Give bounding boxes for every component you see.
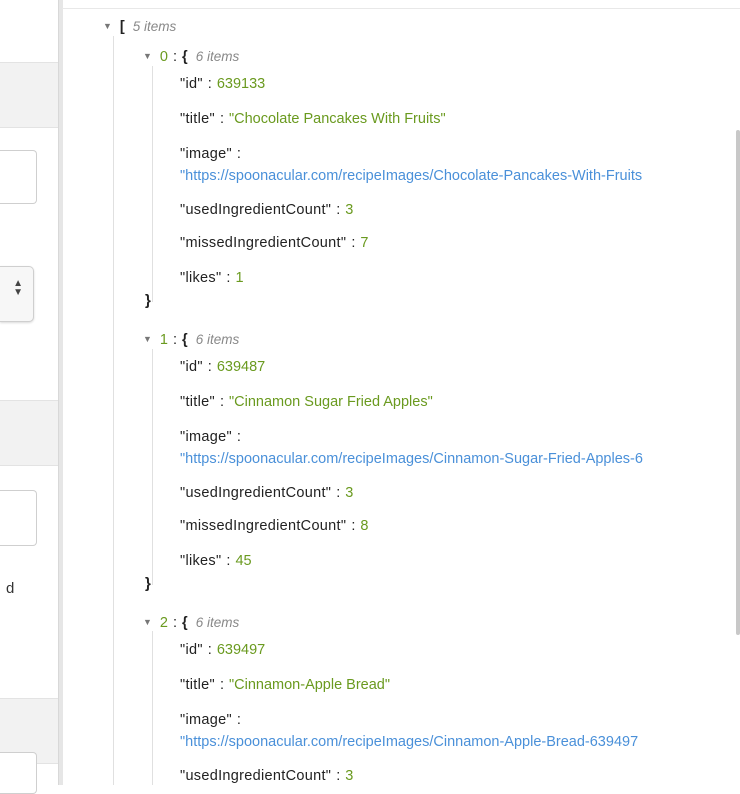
object-open-brace: { <box>182 615 188 631</box>
field-value: 7 <box>360 235 369 251</box>
item-count: 5 items <box>132 19 177 34</box>
field-value: 8 <box>360 518 369 534</box>
field-row-likes: "likes":45 <box>180 553 252 569</box>
field-row-image: "image": <box>180 146 241 162</box>
field-key: "likes" <box>180 270 222 286</box>
field-value: 639497 <box>216 642 266 658</box>
field-key: "title" <box>180 394 215 410</box>
field-key: "image" <box>180 712 232 728</box>
array-index: 2 <box>159 615 168 631</box>
caret-down-icon[interactable]: ▼ <box>143 612 152 632</box>
caret-down-icon[interactable]: ▼ <box>143 329 152 349</box>
object-header-row[interactable]: ▼ 0:{6 items <box>143 46 239 67</box>
object-open-brace: { <box>182 49 188 65</box>
array-index: 0 <box>159 49 168 65</box>
field-row-used: "usedIngredientCount":3 <box>180 768 354 784</box>
field-value: "https://spoonacular.com/recipeImages/Ch… <box>180 168 643 184</box>
item-count: 6 items <box>195 49 240 64</box>
field-key: "usedIngredientCount" <box>180 485 332 501</box>
field-row-used: "usedIngredientCount":3 <box>180 202 354 218</box>
vertical-scrollbar[interactable] <box>736 130 740 635</box>
image-url-link[interactable]: "https://spoonacular.com/recipeImages/Ci… <box>180 732 708 752</box>
field-key: "usedIngredientCount" <box>180 768 332 784</box>
field-value: 3 <box>345 768 354 784</box>
field-value: 3 <box>345 485 354 501</box>
object-header-row[interactable]: ▼ 1:{6 items <box>143 329 239 350</box>
object-close-brace: } <box>145 575 151 592</box>
field-key: "title" <box>180 677 215 693</box>
field-row-image: "image": <box>180 429 241 445</box>
field-key: "usedIngredientCount" <box>180 202 332 218</box>
json-tree: ▼[5 items ▼ 0:{6 items "id":639133 "title… <box>0 0 740 785</box>
field-row-title: "title": "Cinnamon Sugar Fried Apples" <box>180 394 433 410</box>
field-value: 639133 <box>216 76 266 92</box>
field-row-missed: "missedIngredientCount":7 <box>180 235 369 251</box>
caret-down-icon[interactable]: ▼ <box>103 16 112 36</box>
field-row-id: "id":639133 <box>180 76 266 92</box>
field-row-likes: "likes":1 <box>180 270 244 286</box>
field-key: "id" <box>180 76 203 92</box>
field-row-used: "usedIngredientCount":3 <box>180 485 354 501</box>
field-value: "Chocolate Pancakes With Fruits" <box>229 111 446 127</box>
field-key: "missedIngredientCount" <box>180 518 347 534</box>
field-row-title: "title": "Cinnamon-Apple Bread" <box>180 677 391 693</box>
field-value: 3 <box>345 202 354 218</box>
field-value: 45 <box>235 553 252 569</box>
object-open-brace: { <box>182 332 188 348</box>
field-key: "image" <box>180 429 232 445</box>
field-value: "https://spoonacular.com/recipeImages/Ci… <box>180 451 643 467</box>
field-key: "title" <box>180 111 215 127</box>
field-value: 1 <box>235 270 244 286</box>
field-key: "missedIngredientCount" <box>180 235 347 251</box>
object-header-row[interactable]: ▼ 2:{6 items <box>143 612 239 633</box>
field-value: "Cinnamon Sugar Fried Apples" <box>229 394 433 410</box>
image-url-link[interactable]: "https://spoonacular.com/recipeImages/Ci… <box>180 449 708 469</box>
caret-down-icon[interactable]: ▼ <box>143 46 152 66</box>
image-url-link[interactable]: "https://spoonacular.com/recipeImages/Ch… <box>180 166 708 186</box>
field-row-missed: "missedIngredientCount":8 <box>180 518 369 534</box>
field-row-id: "id":639487 <box>180 359 266 375</box>
root-array-row[interactable]: ▼ [5 items <box>103 16 176 37</box>
field-row-image: "image": <box>180 712 241 728</box>
field-key: "likes" <box>180 553 222 569</box>
field-row-title: "title": "Chocolate Pancakes With Fruits" <box>180 111 446 127</box>
field-value: "https://spoonacular.com/recipeImages/Ci… <box>180 734 639 750</box>
field-key: "image" <box>180 146 232 162</box>
item-count: 6 items <box>195 332 240 347</box>
array-open-bracket: [ <box>119 19 125 35</box>
item-count: 6 items <box>195 615 240 630</box>
field-value: "Cinnamon-Apple Bread" <box>229 677 391 693</box>
field-key: "id" <box>180 642 203 658</box>
field-row-id: "id":639497 <box>180 642 266 658</box>
object-close-brace: } <box>145 292 151 309</box>
array-index: 1 <box>159 332 168 348</box>
field-value: 639487 <box>216 359 266 375</box>
field-key: "id" <box>180 359 203 375</box>
